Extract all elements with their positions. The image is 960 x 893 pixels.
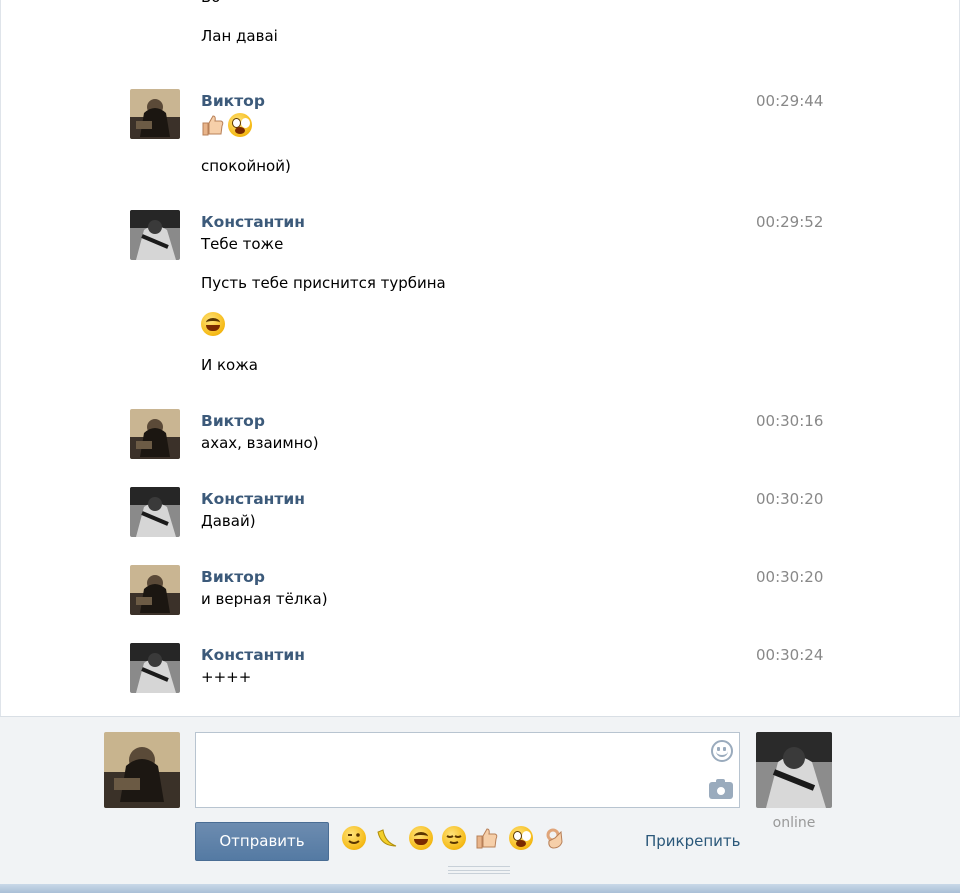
author-name[interactable]: Константин (201, 487, 959, 511)
message-timestamp: 00:30:20 (756, 568, 824, 586)
author-name[interactable]: Виктор (201, 89, 959, 113)
grin-face-icon (409, 826, 433, 850)
quick-emoji-button[interactable] (509, 826, 535, 852)
window-bottom-edge (0, 884, 960, 893)
message-block[interactable]: Константин 00:30:20 Давай) (1, 487, 959, 537)
author-name[interactable]: Виктор (201, 409, 959, 433)
message-text: Пусть тебе приснится турбина (201, 274, 446, 292)
quick-emoji-button[interactable] (375, 826, 401, 852)
quick-emoji-button[interactable] (475, 826, 501, 852)
message-list: ВоЛан даваіВиктор00:29:44спокойной)Конст… (1, 0, 959, 716)
message-text: И кожа (201, 356, 258, 374)
message-text: и верная тёлка) (201, 590, 328, 608)
shocked-face-icon (509, 826, 533, 850)
author-name[interactable]: Виктор (201, 565, 959, 589)
message-block[interactable]: Виктор 00:30:20 и верная тёлка) (1, 565, 959, 615)
author-name[interactable]: Константин (201, 643, 959, 667)
quick-emoji-button[interactable] (442, 826, 468, 852)
author-avatar[interactable] (130, 565, 180, 615)
attach-link[interactable]: Прикрепить (645, 832, 741, 850)
author-avatar[interactable] (130, 643, 180, 693)
author-avatar[interactable] (130, 210, 180, 260)
ok-hand-icon (542, 826, 566, 850)
author-avatar[interactable] (130, 487, 180, 537)
message-text: Лан даваі (201, 27, 278, 45)
message-text: Давай) (201, 512, 256, 530)
message-text (201, 312, 959, 336)
composer-panel: online Отправить Прикрепить (0, 716, 960, 884)
message-block[interactable]: Константин 00:30:24 ++++ (1, 643, 959, 693)
quick-emoji-button[interactable] (542, 826, 568, 852)
banana-icon (375, 826, 399, 850)
thumbs-up-icon (201, 113, 225, 137)
message-timestamp: 00:29:44 (756, 92, 824, 110)
message-timestamp: 00:30:24 (756, 646, 824, 664)
author-avatar[interactable] (130, 409, 180, 459)
message-timestamp: 00:30:16 (756, 412, 824, 430)
message-block[interactable]: Константин 00:29:52 Тебе тоже Пусть тебе пр… (1, 210, 959, 375)
laughing-face-icon (201, 312, 225, 336)
relieved-face-icon (442, 826, 466, 850)
smiley-picker-icon[interactable] (711, 740, 733, 762)
message-text: Тебе тоже (201, 235, 284, 253)
thumbs-up-icon (475, 826, 499, 850)
quick-emoji-button[interactable] (342, 826, 368, 852)
message-input[interactable] (195, 732, 740, 808)
camera-icon[interactable] (709, 779, 733, 799)
message-text: ахах, взаимно) (201, 434, 319, 452)
message-text: спокойной) (201, 157, 291, 175)
peer-avatar[interactable] (756, 732, 832, 808)
author-avatar[interactable] (130, 89, 180, 139)
message-text (201, 113, 959, 137)
send-button[interactable]: Отправить (195, 822, 329, 861)
message-block[interactable]: Виктор 00:30:16 ахах, взаимно) (1, 409, 959, 459)
wink-face-icon (342, 826, 366, 850)
author-name[interactable]: Константин (201, 210, 959, 234)
message-text: Во (1, 0, 959, 26)
message-timestamp: 00:29:52 (756, 213, 824, 231)
my-avatar[interactable] (104, 732, 180, 808)
quick-emoji-button[interactable] (409, 826, 435, 852)
resize-grip[interactable] (448, 866, 510, 874)
peer-online-status: online (772, 815, 816, 831)
message-history[interactable]: ВоЛан даваіВиктор00:29:44спокойной)Конст… (0, 0, 960, 716)
shocked-face-icon (228, 113, 252, 137)
message-block[interactable]: Виктор 00:29:44 спокойной) (1, 89, 959, 176)
message-timestamp: 00:30:20 (756, 490, 824, 508)
message-text: ++++ (201, 668, 252, 686)
